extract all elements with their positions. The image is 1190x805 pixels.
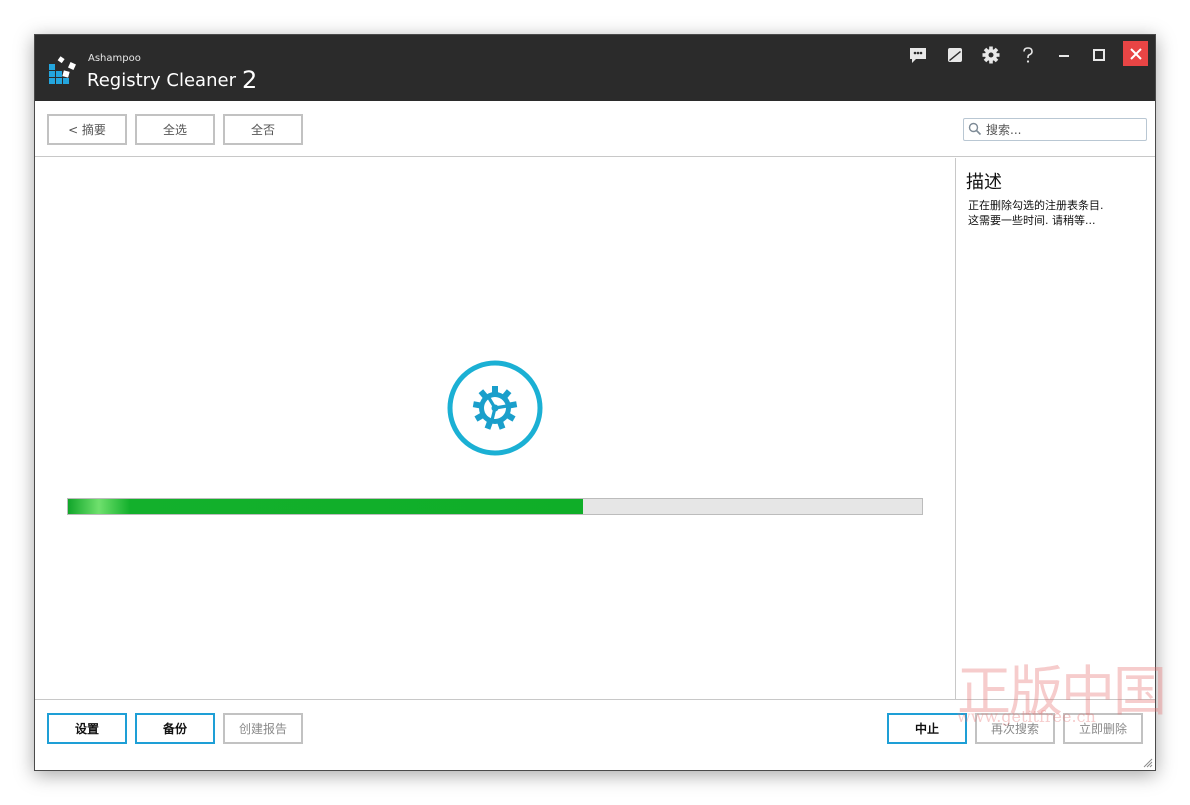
close-icon (1129, 47, 1142, 60)
app-title: Registry Cleaner 2 (87, 64, 258, 94)
back-to-summary-button[interactable]: < 摘要 (47, 114, 127, 145)
minimize-icon[interactable] (1052, 44, 1076, 66)
stop-button[interactable]: 中止 (887, 713, 967, 744)
description-text: 正在删除勾选的注册表条目. 这需要一些时间. 请稍等... (968, 198, 1153, 228)
search-box[interactable] (963, 118, 1147, 141)
gear-icon[interactable] (979, 44, 1003, 66)
footer-bar: 设置 备份 创建报告 中止 再次搜索 立即删除 (35, 699, 1155, 770)
feedback-icon[interactable] (906, 44, 930, 66)
progress-fill (68, 499, 583, 514)
title-bar[interactable]: Ashampoo Registry Cleaner 2 (35, 35, 1155, 101)
create-report-button[interactable]: 创建报告 (223, 713, 303, 744)
progress-bar (67, 498, 923, 515)
description-line-2: 这需要一些时间. 请稍等... (968, 214, 1096, 227)
backup-button[interactable]: 备份 (135, 713, 215, 744)
description-panel: 描述 正在删除勾选的注册表条目. 这需要一些时间. 请稍等... (955, 158, 1155, 699)
app-window: Ashampoo Registry Cleaner 2 < 摘要 全选 全否 搜… (34, 34, 1167, 771)
app-version: 2 (241, 66, 258, 94)
skin-icon[interactable] (943, 44, 967, 66)
resize-grip-icon[interactable] (1141, 756, 1153, 768)
maximize-icon[interactable] (1087, 44, 1111, 66)
app-name: Registry Cleaner (87, 70, 236, 91)
select-all-button[interactable]: 全选 (135, 114, 215, 145)
brand-vendor: Ashampoo (88, 53, 141, 64)
description-line-1: 正在删除勾选的注册表条目. (968, 199, 1104, 212)
progress-area (35, 158, 955, 699)
select-none-button[interactable]: 全否 (223, 114, 303, 145)
toolbar: < 摘要 全选 全否 (35, 101, 1155, 157)
delete-now-button[interactable]: 立即删除 (1063, 713, 1143, 744)
search-again-button[interactable]: 再次搜索 (975, 713, 1055, 744)
settings-button[interactable]: 设置 (47, 713, 127, 744)
close-button[interactable] (1123, 41, 1148, 66)
app-logo-icon (49, 56, 76, 84)
description-title: 描述 (966, 172, 1002, 193)
processing-gear-icon (447, 360, 543, 456)
search-input[interactable] (986, 121, 1142, 138)
search-icon (968, 122, 982, 136)
help-icon[interactable] (1016, 44, 1040, 66)
